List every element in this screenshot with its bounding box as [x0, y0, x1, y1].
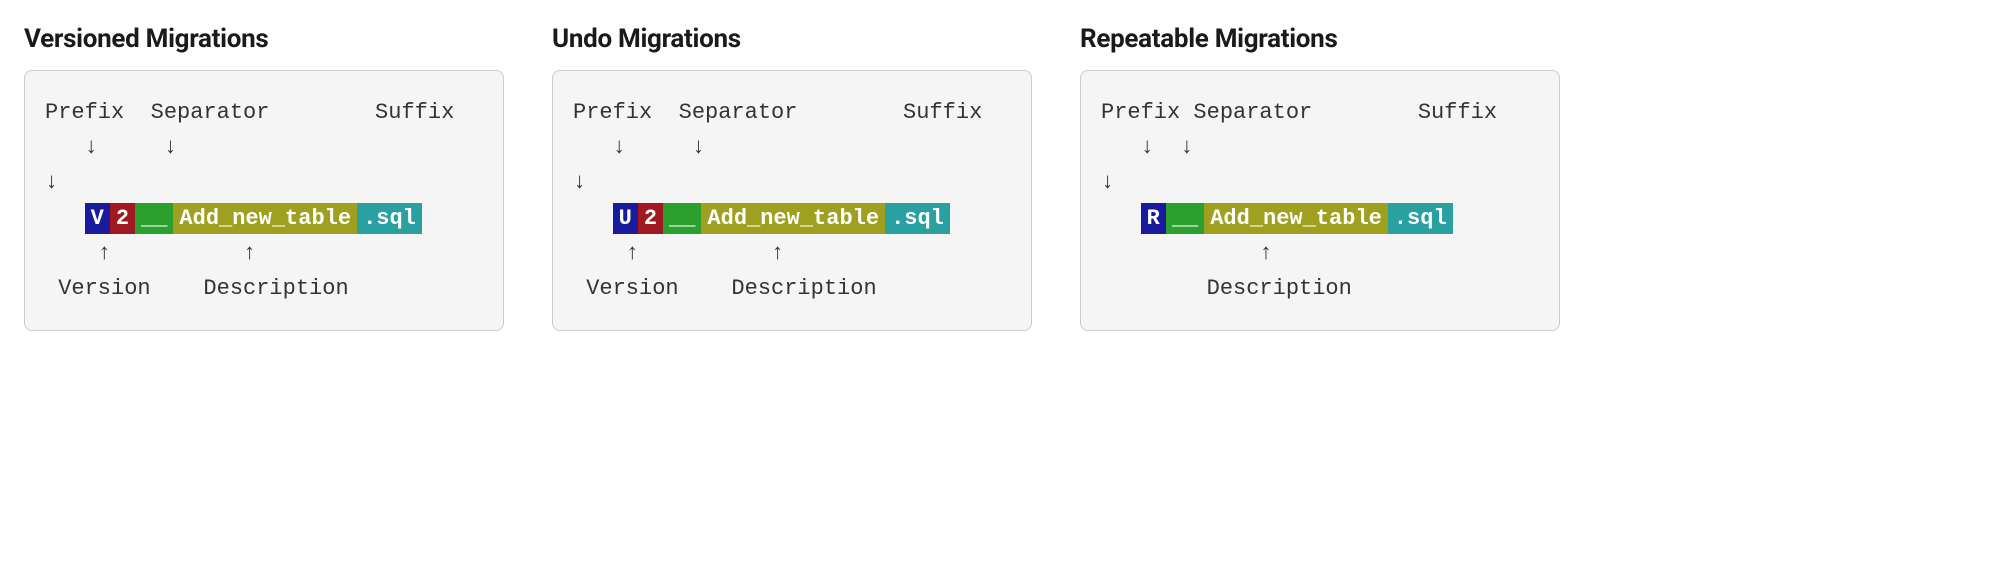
- segment-prefix: U: [613, 203, 638, 234]
- segment-description: Add_new_table: [173, 203, 357, 234]
- segment-suffix: .sql: [1388, 203, 1453, 234]
- segment-prefix: V: [85, 203, 110, 234]
- arrows-up: ↑ ↑: [573, 236, 1011, 271]
- top-labels: Prefix Separator Suffix: [573, 95, 1011, 130]
- code-row: R__Add_new_table.sql: [1101, 203, 1453, 234]
- section-versioned: Versioned Migrations Prefix Separator Su…: [24, 24, 504, 331]
- arrows-down-1: ↓ ↓: [1101, 130, 1539, 165]
- migrations-naming-diagram: Versioned Migrations Prefix Separator Su…: [24, 24, 1966, 331]
- section-title-versioned: Versioned Migrations: [24, 24, 504, 54]
- diagram-box-undo: Prefix Separator Suffix ↓ ↓ ↓ U2__Add_ne…: [552, 70, 1032, 331]
- segment-description: Add_new_table: [701, 203, 885, 234]
- top-labels: Prefix Separator Suffix: [45, 95, 483, 130]
- arrows-down-2: ↓: [45, 165, 483, 200]
- segment-description: Add_new_table: [1204, 203, 1388, 234]
- section-title-undo: Undo Migrations: [552, 24, 1032, 54]
- section-title-repeatable: Repeatable Migrations: [1080, 24, 1560, 54]
- diagram-box-repeatable: Prefix Separator Suffix ↓ ↓ ↓ R__Add_new…: [1080, 70, 1560, 331]
- segment-prefix: R: [1141, 203, 1166, 234]
- segment-suffix: .sql: [357, 203, 422, 234]
- arrows-up: ↑ ↑: [45, 236, 483, 271]
- bottom-labels: Description: [1101, 271, 1539, 306]
- diagram-box-versioned: Prefix Separator Suffix ↓ ↓ ↓ V2__Add_ne…: [24, 70, 504, 331]
- arrows-down-2: ↓: [1101, 165, 1539, 200]
- segment-version: 2: [110, 203, 135, 234]
- segment-separator: __: [135, 203, 173, 234]
- section-undo: Undo Migrations Prefix Separator Suffix …: [552, 24, 1032, 331]
- arrows-down-2: ↓: [573, 165, 1011, 200]
- section-repeatable: Repeatable Migrations Prefix Separator S…: [1080, 24, 1560, 331]
- bottom-labels: Version Description: [45, 271, 483, 306]
- segment-suffix: .sql: [885, 203, 950, 234]
- arrows-down-1: ↓ ↓: [45, 130, 483, 165]
- code-row: V2__Add_new_table.sql: [45, 203, 422, 234]
- bottom-labels: Version Description: [573, 271, 1011, 306]
- top-labels: Prefix Separator Suffix: [1101, 95, 1539, 130]
- arrows-down-1: ↓ ↓: [573, 130, 1011, 165]
- arrows-up: ↑: [1101, 236, 1539, 271]
- segment-separator: __: [663, 203, 701, 234]
- code-row: U2__Add_new_table.sql: [573, 203, 950, 234]
- segment-separator: __: [1166, 203, 1204, 234]
- segment-version: 2: [638, 203, 663, 234]
